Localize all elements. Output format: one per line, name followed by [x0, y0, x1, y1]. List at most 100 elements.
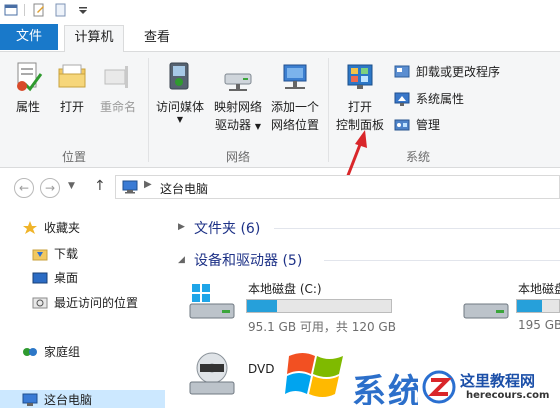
drive-2-name[interactable]: 本地磁盘	[518, 280, 560, 297]
network-location-icon	[283, 64, 307, 89]
open-label: 打开	[59, 100, 84, 114]
quick-access-toolbar	[0, 0, 560, 22]
this-pc-icon	[122, 180, 138, 194]
ribbon-tab-bar: 文件 计算机 查看	[0, 22, 560, 53]
drive-2-usage-bar	[516, 299, 560, 313]
nav-desktop[interactable]: 桌面	[32, 268, 162, 288]
customize-chevron-icon[interactable]	[76, 3, 90, 17]
properties-button[interactable]: 属性	[8, 60, 48, 116]
open-folder-icon	[58, 64, 86, 88]
tab-computer[interactable]: 计算机	[64, 25, 124, 53]
access-media-button[interactable]: 访问媒体 ▼	[152, 60, 208, 124]
open-control-panel-button[interactable]: 打开 控制面板	[334, 60, 386, 134]
map-drive-label-1: 映射网络	[213, 100, 262, 114]
system-properties-label: 系统属性	[416, 92, 465, 106]
nav-downloads-label: 下载	[54, 247, 79, 261]
add-location-label-1: 添加一个	[270, 100, 319, 114]
uninstall-label: 卸载或更改程序	[416, 65, 501, 79]
ribbon: 属性 打开 重命名 位置 访问媒体 ▼ 映射网络 驱动器 ▼ 添加一个 网络位置…	[0, 52, 560, 168]
recent-locations-chevron-icon[interactable]: ▼	[68, 181, 75, 191]
tab-view[interactable]: 查看	[134, 26, 180, 52]
watermark-right-panel: 这里教程网 herecours.com	[418, 368, 560, 405]
back-button[interactable]: ←	[14, 178, 34, 198]
up-arrow-icon[interactable]: ↑	[94, 178, 106, 194]
system-properties-button[interactable]: 系统属性	[394, 89, 464, 109]
section-divider	[324, 260, 560, 261]
downloads-folder-icon	[32, 249, 48, 261]
nav-homegroup-label: 家庭组	[44, 345, 81, 359]
nav-favorites[interactable]: 收藏夹	[22, 218, 162, 238]
expand-chevron-icon[interactable]: ▶	[178, 222, 185, 232]
desktop-icon	[32, 272, 48, 284]
network-drive-icon	[224, 73, 252, 91]
nav-homegroup[interactable]: 家庭组	[22, 342, 162, 362]
drive-c-usage-fill	[247, 300, 278, 312]
folder-quick-icon[interactable]	[54, 3, 68, 17]
homegroup-icon	[23, 348, 37, 356]
manage-button[interactable]: 管理	[394, 115, 440, 135]
breadcrumb-this-pc[interactable]: 这台电脑	[160, 180, 208, 197]
properties-label: 属性	[15, 100, 40, 114]
nav-downloads[interactable]: 下载	[32, 244, 162, 264]
folders-section-title[interactable]: 文件夹 (6)	[194, 218, 260, 238]
address-bar[interactable]: ▶ 这台电脑	[115, 175, 560, 199]
edit-quick-icon[interactable]	[32, 3, 46, 17]
add-location-label-2: 网络位置	[270, 118, 319, 132]
breadcrumb-separator-icon[interactable]: ▶	[144, 179, 152, 190]
uninstall-program-button[interactable]: 卸载或更改程序	[394, 62, 500, 82]
rename-label: 重命名	[99, 100, 136, 114]
nav-recent-label: 最近访问的位置	[54, 296, 139, 310]
uninstall-icon	[394, 65, 410, 78]
control-panel-icon	[347, 64, 373, 89]
group-divider	[328, 58, 329, 162]
navigation-pane: 收藏夹 下载 桌面 最近访问的位置 家庭组 这台电脑	[0, 210, 165, 408]
map-drive-dropdown-icon[interactable]: ▼	[255, 122, 261, 131]
windows-logo-watermark-icon	[285, 353, 343, 397]
section-divider	[274, 228, 560, 229]
access-media-dropdown-icon[interactable]: ▼	[152, 116, 208, 124]
watermark-right-url: herecours.com	[466, 390, 550, 401]
nav-favorites-label: 收藏夹	[44, 221, 81, 235]
drive-c-info: 95.1 GB 可用，共 120 GB	[248, 320, 396, 334]
dvd-name[interactable]: DVD	[248, 362, 274, 376]
forward-button[interactable]: →	[40, 178, 60, 198]
manage-label: 管理	[416, 118, 441, 132]
properties-icon	[17, 62, 43, 92]
watermark-right-title: 这里教程网	[460, 372, 536, 390]
star-icon	[23, 221, 37, 234]
tab-file[interactable]: 文件	[0, 24, 58, 50]
map-drive-label-2: 驱动器 ▼	[210, 116, 266, 136]
media-device-icon	[169, 62, 189, 90]
nav-recent[interactable]: 最近访问的位置	[32, 293, 165, 313]
nav-this-pc-label: 这台电脑	[44, 393, 93, 407]
drive-2-info: 195 GB	[518, 318, 560, 332]
nav-desktop-label: 桌面	[54, 271, 79, 285]
map-drive-label-2-text: 驱动器	[215, 118, 252, 132]
open-button[interactable]: 打开	[52, 60, 92, 116]
open-cp-label-1: 打开	[347, 100, 372, 114]
location-group-label: 位置	[61, 150, 86, 164]
annotation-arrow-icon	[345, 130, 367, 179]
drive-2-usage-fill	[517, 300, 543, 312]
nav-this-pc[interactable]: 这台电脑	[22, 390, 162, 410]
network-group-label: 网络	[225, 150, 250, 164]
system-properties-icon	[394, 92, 410, 106]
address-row: ← → ▼ ↑ ▶ 这台电脑	[0, 175, 560, 201]
recent-places-icon	[32, 297, 48, 309]
windows-drive-icon[interactable]	[186, 282, 238, 326]
drive-icon[interactable]	[460, 294, 512, 326]
dvd-drive-icon[interactable]	[186, 350, 238, 400]
map-drive-button[interactable]: 映射网络 驱动器 ▼	[210, 60, 266, 136]
qat-divider	[24, 4, 25, 16]
devices-section-title[interactable]: 设备和驱动器 (5)	[194, 250, 302, 270]
properties-quick-icon[interactable]	[4, 3, 18, 17]
watermark-logo-icon	[422, 370, 456, 404]
access-media-label: 访问媒体	[155, 100, 204, 114]
rename-icon	[104, 66, 128, 88]
add-network-location-button[interactable]: 添加一个 网络位置	[266, 60, 324, 134]
manage-icon	[394, 119, 410, 131]
collapse-chevron-icon[interactable]: ◢	[178, 255, 185, 265]
drive-c-usage-bar	[246, 299, 392, 313]
rename-button[interactable]: 重命名	[96, 60, 140, 116]
drive-c-name[interactable]: 本地磁盘 (C:)	[248, 280, 322, 297]
